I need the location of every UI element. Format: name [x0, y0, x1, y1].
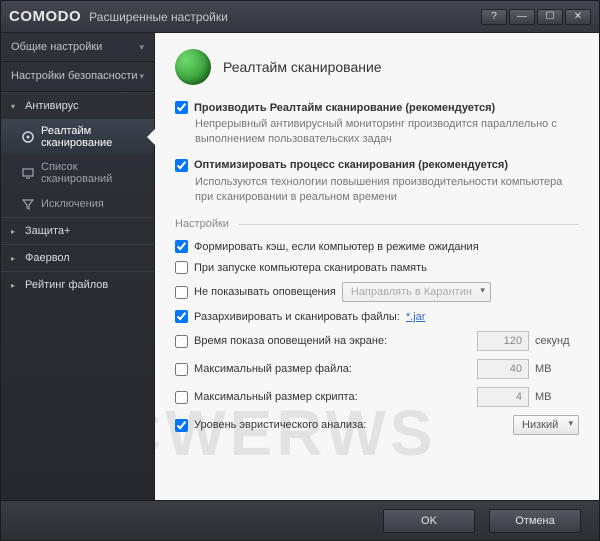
option-label: Формировать кэш, если компьютер в режиме… [194, 241, 479, 253]
heuristic-level-checkbox[interactable] [175, 419, 188, 432]
page-header: Реалтайм сканирование [175, 49, 579, 85]
option-description: Используются технологии повышения произв… [195, 175, 579, 205]
monitor-icon [21, 166, 35, 180]
cancel-button[interactable]: Отмена [489, 509, 581, 533]
sidebar-item-label: Реалтайм сканирование [41, 125, 148, 149]
triangle-right-icon: ▸ [11, 227, 19, 236]
max-file-size-checkbox[interactable] [175, 363, 188, 376]
option-label: Не показывать оповещения [194, 286, 336, 298]
app-logo: COMODO [9, 8, 81, 25]
max-script-size-input[interactable] [477, 387, 529, 407]
window-body: Общие настройки ▾ Настройки безопасности… [1, 33, 599, 500]
unzip-scan-checkbox[interactable] [175, 310, 188, 323]
content-pane: CWERWS Реалтайм сканирование Производить… [155, 33, 599, 500]
max-file-size-input[interactable] [477, 359, 529, 379]
sidebar-section-defense[interactable]: ▸ Защита+ [1, 217, 154, 244]
sidebar-section-firewall[interactable]: ▸ Фаервол [1, 244, 154, 271]
sidebar-item-scan-list[interactable]: Список сканирований [1, 155, 154, 191]
option-description: Непрерывный антивирусный мониторинг прои… [195, 117, 579, 147]
scan-memory-boot-checkbox[interactable] [175, 261, 188, 274]
page-title: Реалтайм сканирование [223, 59, 382, 75]
optimize-scan-checkbox[interactable] [175, 159, 188, 172]
option-label: Уровень эвристического анализа: [194, 419, 366, 431]
minimize-button[interactable]: — [509, 9, 535, 25]
chevron-down-icon: ▾ [139, 71, 144, 82]
funnel-icon [21, 197, 35, 211]
sidebar-panel-general[interactable]: Общие настройки ▾ [1, 33, 154, 62]
sidebar-section-head[interactable]: ▾ Антивирус [1, 92, 154, 119]
option-label: Разархивировать и сканировать файлы: [194, 311, 400, 323]
quarantine-action-combo[interactable]: Направлять в Карантин [342, 282, 491, 302]
option-label: При запуске компьютера сканировать памят… [194, 262, 427, 274]
sidebar-section-label: Защита+ [25, 225, 70, 237]
sidebar-panel-label: Настройки безопасности [11, 70, 138, 83]
heuristic-level-combo[interactable]: Низкий [513, 415, 579, 435]
sidebar-item-label: Список сканирований [41, 161, 148, 185]
divider-label: Настройки [175, 218, 229, 230]
chevron-down-icon: ▾ [139, 42, 144, 53]
titlebar: COMODO Расширенные настройки ? — ☐ ✕ [1, 1, 599, 33]
sidebar: Общие настройки ▾ Настройки безопасности… [1, 33, 155, 500]
window-title: Расширенные настройки [89, 10, 228, 24]
alert-duration-input[interactable] [477, 331, 529, 351]
triangle-right-icon: ▸ [11, 281, 19, 290]
maximize-button[interactable]: ☐ [537, 9, 563, 25]
sidebar-section-antivirus: ▾ Антивирус Реалтайм сканирование [1, 92, 154, 217]
sidebar-section-file-rating[interactable]: ▸ Рейтинг файлов [1, 271, 154, 298]
dialog-footer: OK Отмена [1, 500, 599, 540]
settings-divider: Настройки [175, 218, 579, 230]
max-script-size-checkbox[interactable] [175, 391, 188, 404]
file-extensions-link[interactable]: *.jar [406, 311, 426, 323]
hide-alerts-checkbox[interactable] [175, 286, 188, 299]
combo-value: Направлять в Карантин [351, 286, 472, 298]
unit-label: MB [535, 363, 579, 375]
enable-realtime-checkbox[interactable] [175, 101, 188, 114]
sidebar-panel-security[interactable]: Настройки безопасности ▾ [1, 62, 154, 92]
globe-icon [175, 49, 211, 85]
sidebar-panel-label: Общие настройки [11, 41, 102, 53]
option-label: Максимальный размер скрипта: [194, 391, 358, 403]
target-icon [21, 130, 35, 144]
sidebar-section-label: Антивирус [25, 100, 78, 112]
sidebar-section-label: Рейтинг файлов [25, 279, 108, 291]
unit-label: секунд [535, 335, 579, 347]
sidebar-item-realtime-scan[interactable]: Реалтайм сканирование [1, 119, 154, 155]
option-label: Максимальный размер файла: [194, 363, 352, 375]
close-button[interactable]: ✕ [565, 9, 591, 25]
option-label: Оптимизировать процесс сканирования (рек… [194, 159, 508, 171]
unit-label: MB [535, 391, 579, 403]
alert-duration-checkbox[interactable] [175, 335, 188, 348]
sidebar-item-label: Исключения [41, 198, 104, 210]
sidebar-item-exclusions[interactable]: Исключения [1, 191, 154, 217]
option-label: Производить Реалтайм сканирование (реком… [194, 102, 495, 114]
option-label: Время показа оповещений на экране: [194, 335, 387, 347]
combo-value: Низкий [522, 419, 558, 431]
sidebar-section-label: Фаервол [25, 252, 70, 264]
app-window: COMODO Расширенные настройки ? — ☐ ✕ Общ… [0, 0, 600, 541]
triangle-right-icon: ▸ [11, 254, 19, 263]
ok-button[interactable]: OK [383, 509, 475, 533]
help-button[interactable]: ? [481, 9, 507, 25]
cache-idle-checkbox[interactable] [175, 240, 188, 253]
triangle-down-icon: ▾ [11, 102, 19, 111]
